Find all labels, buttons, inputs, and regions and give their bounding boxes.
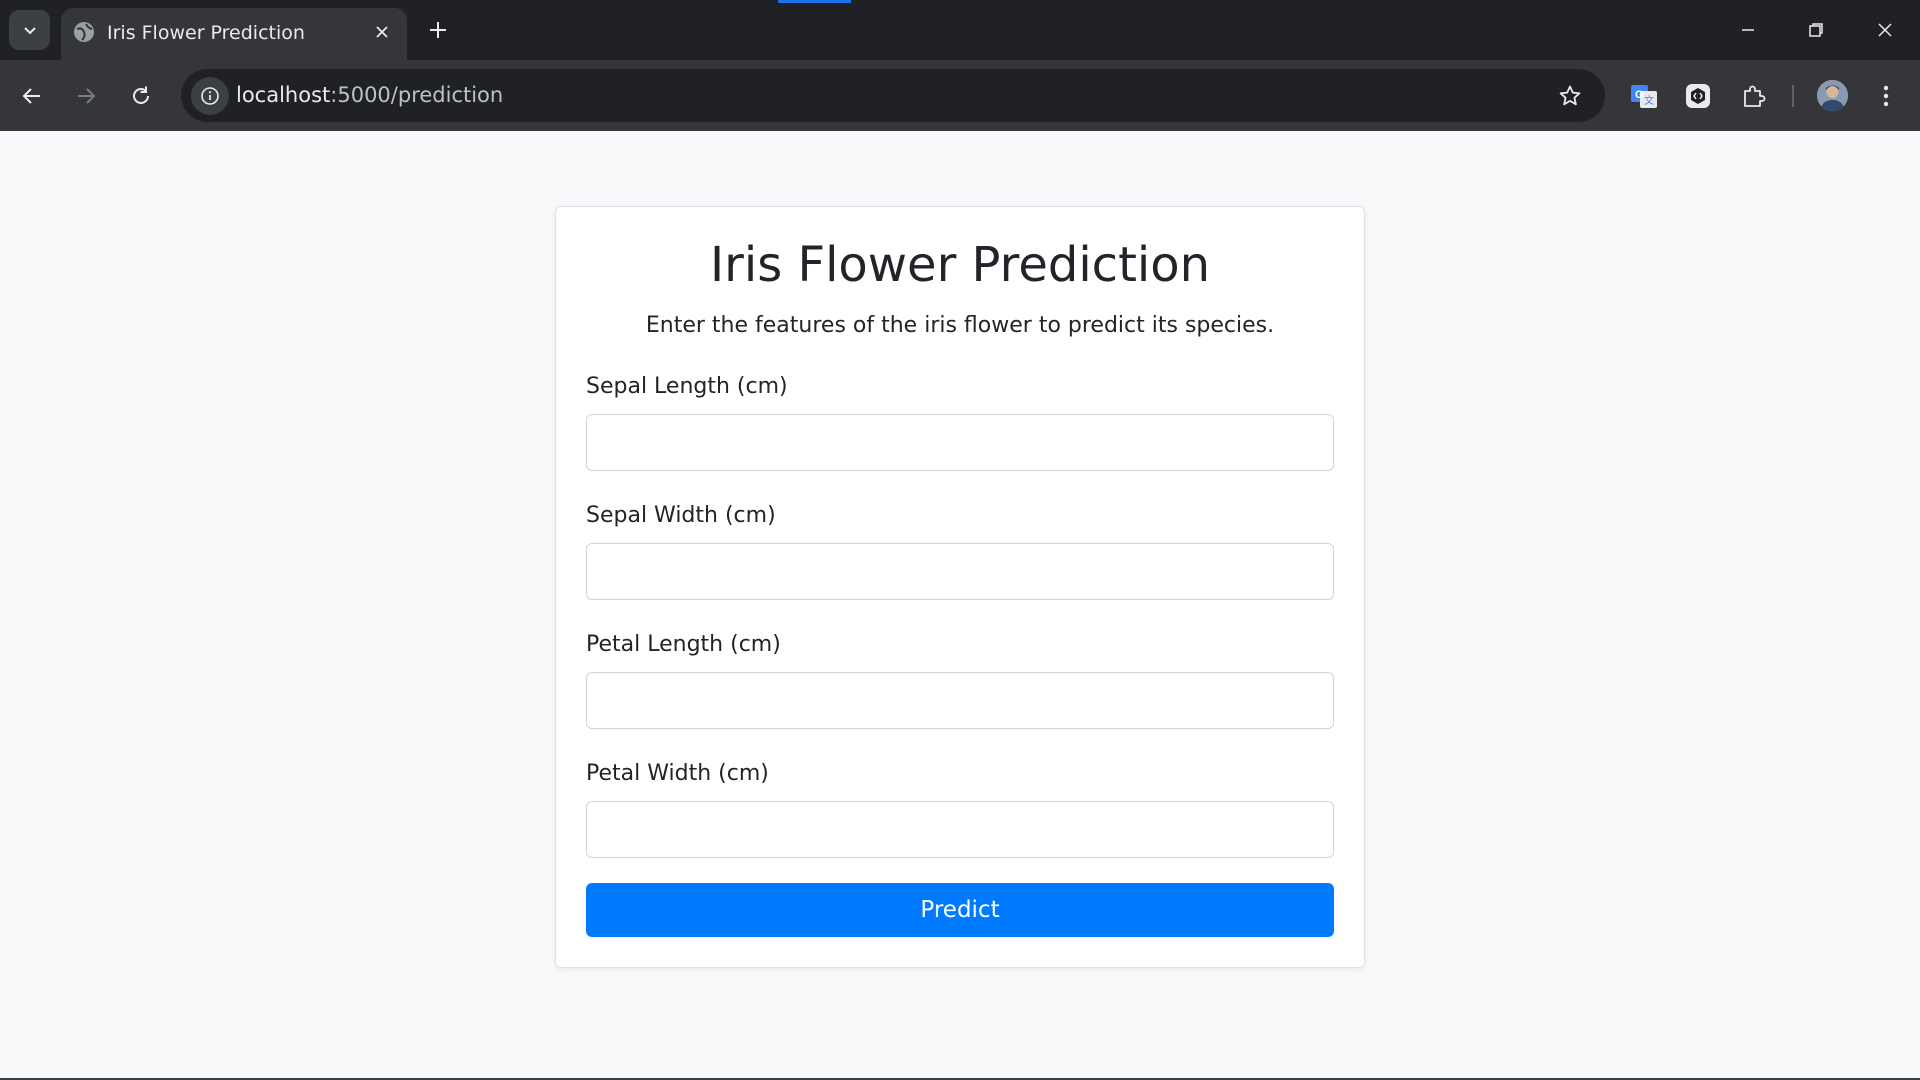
url-path: :5000/prediction (330, 83, 504, 107)
browser-toolbar: localhost:5000/prediction G文 (0, 60, 1920, 131)
code-extension-icon[interactable] (1679, 77, 1717, 115)
tab-strip: Iris Flower Prediction (0, 0, 1920, 60)
sepal-width-label: Sepal Width (cm) (586, 503, 776, 528)
extensions-puzzle-icon[interactable] (1734, 77, 1772, 115)
chevron-down-icon (23, 27, 36, 35)
reload-icon[interactable] (122, 77, 160, 115)
restore-icon[interactable] (1792, 8, 1840, 52)
petal-width-label: Petal Width (cm) (586, 761, 769, 786)
active-tab[interactable]: Iris Flower Prediction (61, 8, 407, 60)
page-subtitle: Enter the features of the iris flower to… (645, 313, 1275, 338)
more-options-icon[interactable] (1867, 77, 1905, 115)
sepal-length-input[interactable] (586, 414, 1334, 471)
petal-length-input[interactable] (586, 672, 1334, 729)
translate-extension-icon[interactable]: G文 (1625, 77, 1663, 115)
toolbar-divider (1792, 85, 1794, 107)
site-info-icon[interactable] (191, 77, 229, 115)
forward-arrow-icon[interactable] (67, 77, 105, 115)
globe-icon (73, 21, 95, 43)
petal-length-label: Petal Length (cm) (586, 632, 781, 657)
page-title: Iris Flower Prediction (709, 237, 1211, 293)
sepal-length-label: Sepal Length (cm) (586, 374, 788, 399)
prediction-card: Iris Flower Prediction Enter the feature… (555, 206, 1365, 968)
tab-title: Iris Flower Prediction (107, 22, 305, 44)
new-tab-plus-icon[interactable] (424, 16, 452, 44)
svg-text:文: 文 (1644, 94, 1654, 107)
petal-width-input[interactable] (586, 801, 1334, 858)
close-window-icon[interactable] (1861, 8, 1909, 52)
predict-button[interactable]: Predict (586, 883, 1334, 937)
page-content: Iris Flower Prediction Enter the feature… (0, 131, 1920, 1080)
address-bar[interactable]: localhost:5000/prediction (181, 69, 1605, 122)
sepal-width-input[interactable] (586, 543, 1334, 600)
svg-text:G: G (1635, 89, 1644, 101)
url-host: localhost (236, 83, 331, 107)
bookmark-star-icon[interactable] (1555, 81, 1585, 111)
profile-avatar[interactable] (1817, 80, 1848, 111)
tab-close-icon[interactable] (371, 21, 393, 43)
tab-search-button[interactable] (9, 10, 50, 50)
minimize-icon[interactable] (1724, 8, 1772, 52)
back-arrow-icon[interactable] (13, 77, 51, 115)
loading-indicator (778, 0, 851, 3)
url-text: localhost:5000/prediction (236, 83, 503, 107)
